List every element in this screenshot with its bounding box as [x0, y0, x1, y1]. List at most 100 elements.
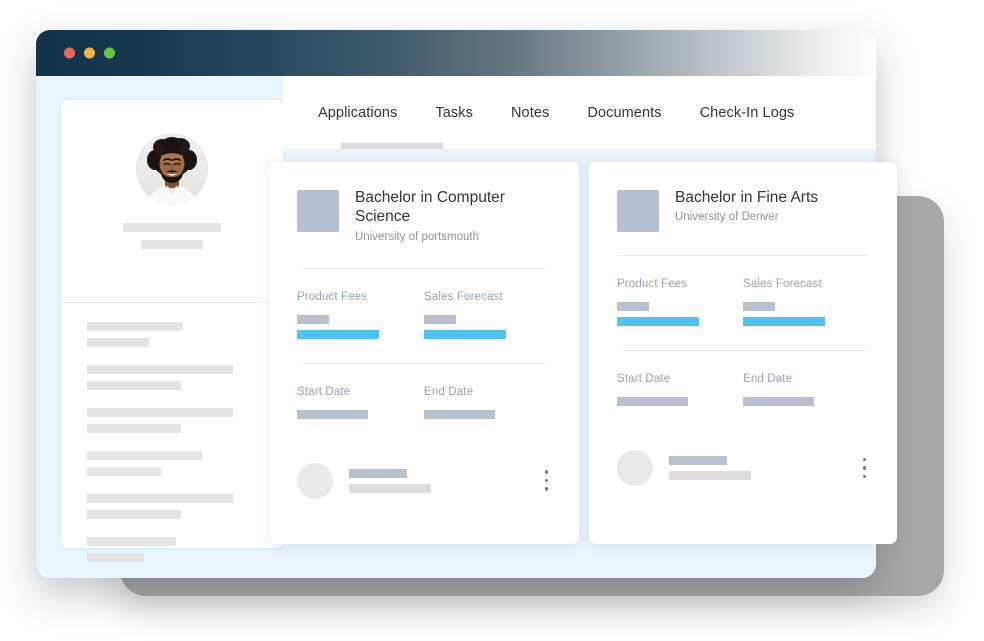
application-card[interactable]: Bachelor in Fine Arts University of Denv…: [589, 162, 897, 544]
profile-detail-skeleton: [87, 537, 176, 546]
assignee-name-skeleton: [349, 468, 407, 478]
application-card[interactable]: Bachelor in Computer Science University …: [269, 162, 579, 544]
profile-detail-skeleton: [87, 494, 233, 503]
metric-value-skeleton: [617, 302, 649, 311]
profile-name-placeholders: [61, 223, 283, 249]
user-avatar-photo: [136, 133, 208, 205]
card-divider-top: [297, 267, 551, 269]
metric-sales-forecast: Sales Forecast: [743, 278, 869, 326]
card-footer: [617, 450, 869, 486]
profile-detail-skeleton: [87, 381, 181, 390]
metric-progress-bar: [424, 329, 506, 339]
metric-product-fees: Product Fees: [617, 278, 743, 326]
institution-logo-placeholder: [297, 190, 339, 232]
date-value-skeleton: [743, 397, 814, 406]
tab-list: Applications Tasks Notes Documents Check-In …: [283, 76, 876, 149]
traffic-light-group: [64, 47, 115, 59]
card-subtitle: University of portsmouth: [355, 230, 479, 243]
profile-detail-skeleton: [87, 510, 181, 519]
kebab-dot: [544, 478, 548, 483]
profile-sidebar: [61, 100, 283, 562]
metric-progress-bar: [743, 317, 825, 326]
kebab-menu-icon[interactable]: [860, 454, 870, 483]
metric-label: Sales Forecast: [743, 278, 822, 290]
tab-applications[interactable]: Applications: [318, 105, 397, 121]
card-divider-bottom: [297, 362, 551, 364]
date-value-skeleton: [617, 397, 688, 406]
metric-progress-bar: [297, 329, 379, 339]
card-title: Bachelor in Fine Arts: [675, 189, 819, 206]
kebab-dot: [544, 470, 548, 474]
start-date-field: Start Date: [297, 386, 424, 419]
window-titlebar: [36, 30, 876, 76]
card-metrics: Product Fees Sales Forecast: [617, 278, 869, 326]
tab-tasks[interactable]: Tasks: [435, 105, 473, 121]
card-dates: Start Date End Date: [617, 373, 869, 406]
profile-detail-skeleton: [87, 451, 202, 460]
tab-notes[interactable]: Notes: [511, 105, 549, 121]
institution-logo-placeholder: [617, 190, 659, 232]
profile-detail-row: [87, 322, 263, 347]
tab-bar: Applications Tasks Notes Documents Check-In …: [283, 76, 876, 149]
profile-detail-skeleton: [87, 408, 233, 417]
kebab-dot: [862, 474, 866, 479]
assignee-meta-skeleton: [669, 471, 751, 480]
profile-detail-skeleton: [87, 553, 144, 562]
card-metrics: Product Fees Sales Forecast: [297, 291, 551, 339]
assignee-avatar: [617, 450, 653, 486]
profile-detail-list: [87, 322, 263, 562]
kebab-dot: [862, 457, 866, 462]
metric-label: Product Fees: [617, 278, 688, 290]
tab-check-in-logs[interactable]: Check-In Logs: [700, 105, 795, 121]
close-window-button[interactable]: [64, 47, 75, 59]
minimize-window-button[interactable]: [84, 47, 95, 59]
end-date-field: End Date: [743, 373, 869, 406]
metric-value-skeleton: [424, 314, 456, 324]
avatar-container: [61, 100, 283, 205]
card-divider-top: [617, 255, 869, 256]
end-date-field: End Date: [424, 386, 551, 419]
card-divider-bottom: [617, 350, 869, 351]
tab-documents[interactable]: Documents: [587, 105, 661, 121]
metric-sales-forecast: Sales Forecast: [424, 291, 551, 339]
profile-detail-skeleton: [87, 424, 181, 433]
profile-detail-skeleton: [87, 467, 161, 476]
metric-product-fees: Product Fees: [297, 291, 424, 339]
assignee-text-skeletons: [349, 468, 542, 493]
profile-detail-row: [87, 537, 263, 562]
profile-detail-skeleton: [87, 322, 183, 331]
metric-value-skeleton: [743, 302, 775, 311]
kebab-dot: [862, 466, 866, 470]
date-label: End Date: [424, 385, 474, 398]
date-label: Start Date: [297, 385, 351, 398]
card-subtitle: University of Denver: [675, 211, 779, 224]
metric-progress-bar: [617, 317, 699, 326]
profile-detail-row: [87, 408, 263, 433]
assignee-meta-skeleton: [349, 483, 431, 493]
card-header: Bachelor in Fine Arts University of Denv…: [617, 188, 869, 232]
profile-detail-row: [87, 451, 263, 476]
metric-label: Product Fees: [297, 290, 368, 303]
assignee-avatar: [297, 462, 333, 499]
kebab-dot: [544, 487, 548, 491]
profile-detail-row: [87, 494, 263, 519]
profile-detail-skeleton: [87, 365, 233, 374]
assignee-text-skeletons: [669, 456, 860, 480]
metric-label: Sales Forecast: [424, 290, 503, 303]
assignee-name-skeleton: [669, 456, 727, 465]
maximize-window-button[interactable]: [104, 47, 115, 59]
active-tab-indicator: [341, 143, 443, 149]
card-title: Bachelor in Computer Science: [355, 189, 505, 226]
date-value-skeleton: [297, 409, 368, 419]
profile-detail-row: [87, 365, 263, 390]
date-value-skeleton: [424, 409, 495, 419]
date-label: End Date: [743, 373, 793, 385]
profile-role-skeleton: [141, 240, 203, 249]
screenshot-scene: Applications Tasks Notes Documents Check-In …: [0, 0, 984, 641]
date-label: Start Date: [617, 373, 671, 385]
card-dates: Start Date End Date: [297, 386, 551, 419]
card-header: Bachelor in Computer Science University …: [297, 188, 551, 245]
kebab-menu-icon[interactable]: [542, 466, 552, 495]
profile-name-skeleton: [123, 223, 221, 232]
metric-value-skeleton: [297, 314, 329, 324]
